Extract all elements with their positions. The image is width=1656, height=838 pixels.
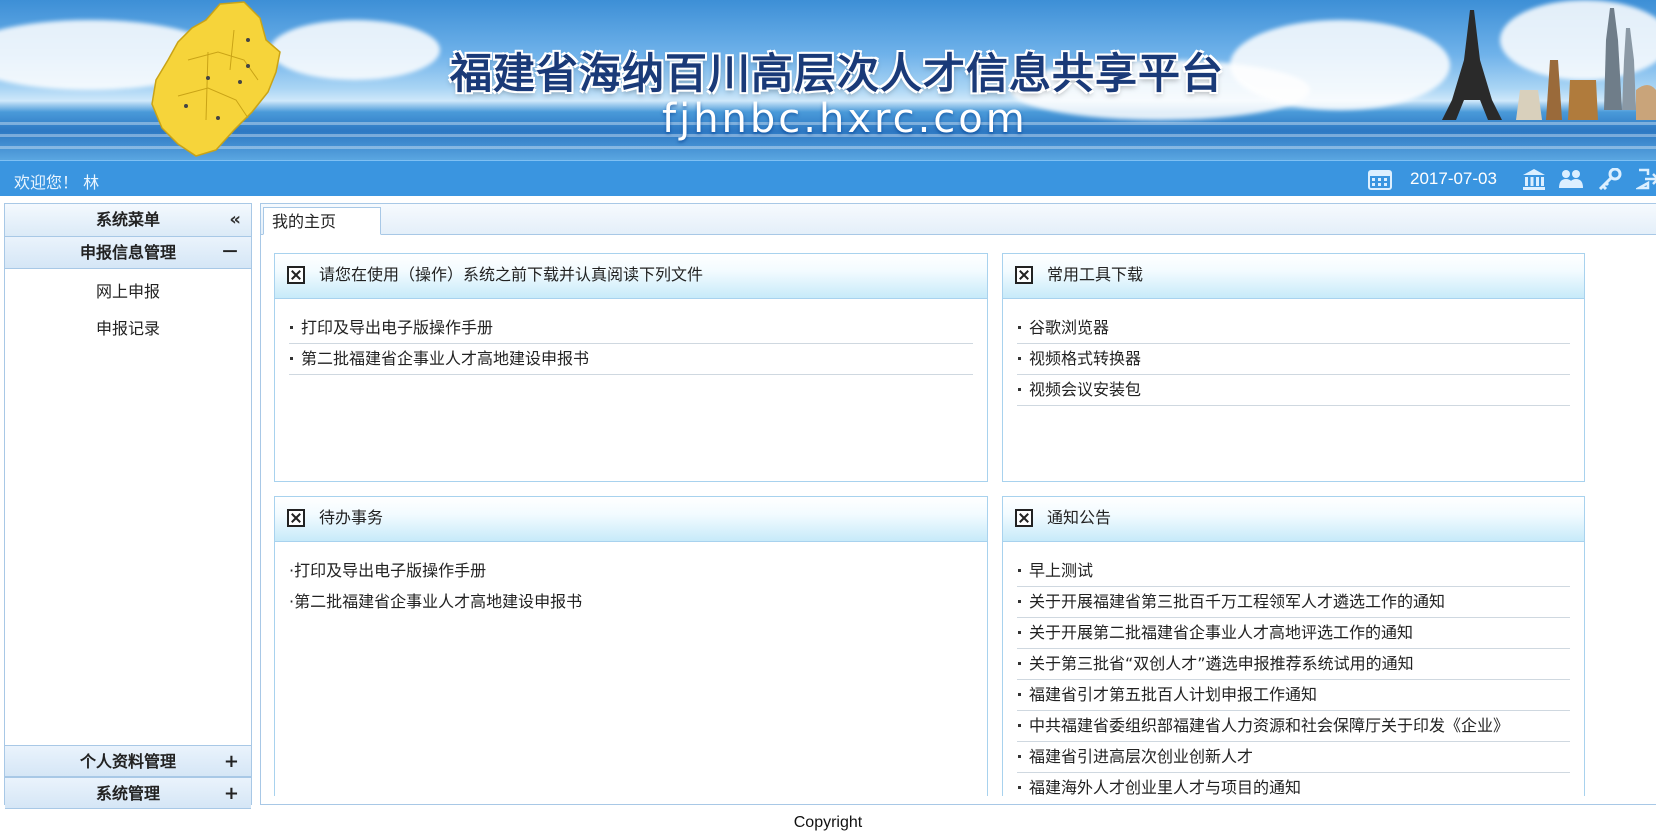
- system-menu-sidebar: 系统菜单 « 申报信息管理 － 网上申报 申报记录 个人资料管理 + 系统管理 …: [4, 203, 252, 809]
- list-item[interactable]: 视频格式转换器: [1017, 344, 1570, 375]
- current-date: 2017-07-03: [1410, 169, 1497, 188]
- panel-notices: 通知公告 早上测试 关于开展福建省第三批百千万工程领军人才遴选工作的通知 关于开…: [1002, 496, 1585, 796]
- panel-required-documents: 请您在使用（操作）系统之前下载并认真阅读下列文件 打印及导出电子版操作手册 第二…: [274, 253, 988, 482]
- close-panel-icon[interactable]: [1015, 266, 1033, 284]
- copyright-footer: Copyright: [793, 814, 863, 831]
- header-banner: 福建省海纳百川高层次人才信息共享平台 fjhnbc.hxrc.com: [0, 0, 1656, 160]
- list-item[interactable]: 关于第三批省“双创人才”遴选申报推荐系统试用的通知: [1017, 649, 1570, 680]
- panel-header: 请您在使用（操作）系统之前下载并认真阅读下列文件: [275, 254, 987, 299]
- expand-group-icon[interactable]: +: [224, 778, 239, 809]
- institution-icon[interactable]: [1522, 168, 1546, 190]
- list-item[interactable]: 福建省引进高层次创业创新人才: [1017, 742, 1570, 773]
- list-item[interactable]: 福建海外人才创业里人才与项目的通知: [1017, 773, 1570, 796]
- landmarks-illustration: [1442, 8, 1656, 120]
- collapse-sidebar-icon[interactable]: «: [229, 204, 241, 236]
- notice-list: 早上测试 关于开展福建省第三批百千万工程领军人才遴选工作的通知 关于开展第二批福…: [1003, 542, 1584, 796]
- close-panel-icon[interactable]: [287, 509, 305, 527]
- user-toolbar: 欢迎您！ 林 2017-07-03: [0, 160, 1656, 196]
- panel-tool-downloads: 常用工具下载 谷歌浏览器 视频格式转换器 视频会议安装包: [1002, 253, 1585, 482]
- collapse-group-icon[interactable]: －: [221, 237, 239, 268]
- panel-header: 通知公告: [1003, 497, 1584, 542]
- panel-title: 常用工具下载: [1047, 265, 1144, 284]
- menu-group-personal-info[interactable]: 个人资料管理 +: [5, 745, 251, 777]
- panel-title: 通知公告: [1047, 508, 1112, 527]
- document-list: 打印及导出电子版操作手册 第二批福建省企事业人才高地建设申报书: [275, 299, 987, 375]
- menu-group-declaration-info[interactable]: 申报信息管理 －: [5, 237, 251, 269]
- list-item[interactable]: 第二批福建省企事业人才高地建设申报书: [289, 344, 973, 375]
- menu-group-label: 系统管理: [95, 784, 160, 803]
- close-panel-icon[interactable]: [1015, 509, 1033, 527]
- expand-group-icon[interactable]: +: [224, 746, 239, 777]
- tab-my-homepage[interactable]: 我的主页: [263, 207, 381, 235]
- banner-title: 福建省海纳百川高层次人才信息共享平台: [450, 49, 1225, 98]
- users-icon[interactable]: [1559, 168, 1583, 190]
- menu-group-label: 个人资料管理: [79, 752, 176, 771]
- system-menu-title: 系统菜单: [95, 210, 160, 229]
- tool-list: 谷歌浏览器 视频格式转换器 视频会议安装包: [1003, 299, 1584, 406]
- list-item[interactable]: ·第二批福建省企事业人才高地建设申报书: [289, 587, 973, 618]
- panel-title: 待办事务: [319, 508, 384, 527]
- menu-collapsed-groups: 个人资料管理 + 系统管理 +: [5, 745, 251, 809]
- list-item[interactable]: 打印及导出电子版操作手册: [289, 313, 973, 344]
- panel-title: 请您在使用（操作）系统之前下载并认真阅读下列文件: [319, 265, 704, 284]
- homepage-content: 请您在使用（操作）系统之前下载并认真阅读下列文件 打印及导出电子版操作手册 第二…: [260, 235, 1656, 805]
- list-item[interactable]: 关于开展福建省第三批百千万工程领军人才遴选工作的通知: [1017, 587, 1570, 618]
- menu-item-declaration-records[interactable]: 申报记录: [5, 310, 251, 347]
- fujian-map-icon: [151, 1, 281, 157]
- key-icon[interactable]: [1598, 168, 1622, 190]
- menu-group-system-management[interactable]: 系统管理 +: [5, 777, 251, 809]
- banner-domain: fjhnbc.hxrc.com: [662, 96, 1028, 142]
- list-item[interactable]: 中共福建省委组织部福建省人力资源和社会保障厅关于印发《企业》: [1017, 711, 1570, 742]
- panel-todo-tasks: 待办事务 ·打印及导出电子版操作手册 ·第二批福建省企事业人才高地建设申报书: [274, 496, 988, 796]
- menu-item-online-declaration[interactable]: 网上申报: [5, 273, 251, 310]
- close-panel-icon[interactable]: [287, 266, 305, 284]
- calendar-icon[interactable]: [1368, 168, 1392, 190]
- welcome-message: 欢迎您！ 林: [14, 173, 100, 192]
- list-item[interactable]: 视频会议安装包: [1017, 375, 1570, 406]
- menu-group-items: 网上申报 申报记录: [5, 273, 251, 745]
- logout-icon[interactable]: [1636, 168, 1656, 190]
- list-item[interactable]: 关于开展第二批福建省企事业人才高地评选工作的通知: [1017, 618, 1570, 649]
- panel-header: 常用工具下载: [1003, 254, 1584, 299]
- list-item[interactable]: 早上测试: [1017, 556, 1570, 587]
- menu-group-label: 申报信息管理: [79, 243, 176, 262]
- list-item[interactable]: ·打印及导出电子版操作手册: [289, 556, 973, 587]
- panel-header: 待办事务: [275, 497, 987, 542]
- list-item[interactable]: 谷歌浏览器: [1017, 313, 1570, 344]
- todo-list: ·打印及导出电子版操作手册 ·第二批福建省企事业人才高地建设申报书: [275, 542, 987, 618]
- list-item[interactable]: 福建省引才第五批百人计划申报工作通知: [1017, 680, 1570, 711]
- tab-bar: 我的主页: [260, 203, 1656, 235]
- system-menu-header: 系统菜单 «: [5, 204, 251, 237]
